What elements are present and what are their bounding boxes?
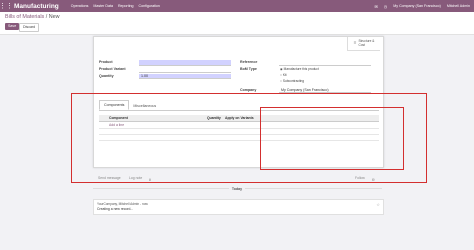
breadcrumb-current: New xyxy=(48,14,60,20)
bom-type-option-manufacture-label: Manufacture this product xyxy=(283,67,319,71)
structure-cost-button[interactable]: ☰ Structure & Cost xyxy=(347,37,380,51)
bom-type-option-kit[interactable]: ○ Kit xyxy=(280,73,287,77)
quantity-field[interactable]: 1.00 xyxy=(139,74,231,79)
menu-operations[interactable]: Operations xyxy=(71,4,89,8)
bom-type-option-kit-label: Kit xyxy=(282,73,287,77)
company-switcher[interactable]: My Company (San Francisco) xyxy=(393,4,441,8)
menu-reporting[interactable]: Reporting xyxy=(118,4,134,8)
control-panel: Bills of Materials / New xyxy=(0,12,474,35)
navbar-systray: ✉ ◷ My Company (San Francisco) Mitchell … xyxy=(374,0,470,12)
today-label: Today xyxy=(228,187,246,191)
reference-label: Reference xyxy=(240,60,258,64)
menu-master-data[interactable]: Master Data xyxy=(93,4,113,8)
structure-cost-label: Structure & Cost xyxy=(358,39,374,47)
grid-icon[interactable]: ⋮⋮ xyxy=(0,0,13,12)
bom-type-option-subcontracting-label: Subcontracting xyxy=(282,79,305,83)
reference-field[interactable] xyxy=(279,60,371,66)
discard-button[interactable]: Discard xyxy=(19,23,40,32)
product-variant-label: Product Variant xyxy=(99,67,126,71)
breadcrumb: Bills of Materials / New xyxy=(5,14,60,20)
company-label: Company xyxy=(240,88,257,92)
structure-cost-line2: Cost xyxy=(358,42,366,47)
highlight-inner-box xyxy=(260,107,404,170)
date-separator: Today xyxy=(0,187,474,191)
chat-icon[interactable]: ✉ xyxy=(374,4,377,9)
app-title[interactable]: Manufacturing xyxy=(14,3,59,10)
top-navbar: ⋮⋮ Manufacturing Operations Master Data … xyxy=(0,0,474,12)
bom-type-option-manufacture[interactable]: ◉ Manufacture this product xyxy=(280,67,319,71)
user-menu[interactable]: Mitchell Admin xyxy=(447,4,470,8)
message-author: YourCompany, Mitchell Admin - now xyxy=(97,202,148,206)
save-button[interactable]: Save xyxy=(5,23,20,30)
bom-type-label: BoM Type xyxy=(240,67,257,71)
breadcrumb-parent[interactable]: Bills of Materials xyxy=(5,14,44,20)
star-icon[interactable]: ☆ xyxy=(376,202,380,207)
bom-type-option-subcontracting[interactable]: ○ Subcontracting xyxy=(280,79,304,83)
message-body: Creating a new record... xyxy=(97,207,134,211)
product-variant-field[interactable] xyxy=(139,67,231,73)
chatter-message: YourCompany, Mitchell Admin - now Creati… xyxy=(93,199,384,215)
list-icon: ☰ xyxy=(353,40,357,45)
menu-configuration[interactable]: Configuration xyxy=(139,4,160,8)
product-label: Product xyxy=(99,60,113,64)
bell-icon[interactable]: ◷ xyxy=(384,4,388,9)
quantity-label: Quantity xyxy=(99,74,114,78)
product-field[interactable] xyxy=(139,60,231,66)
